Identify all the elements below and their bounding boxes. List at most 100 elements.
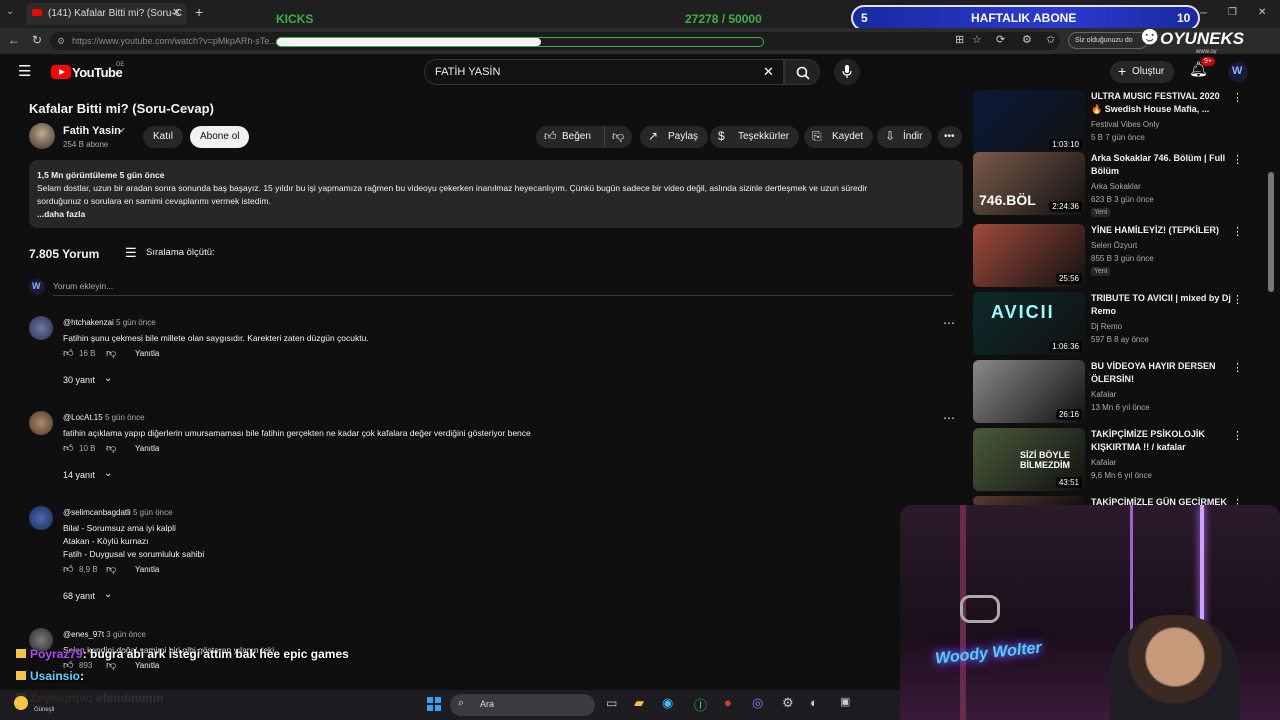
tab-list-icon[interactable]: ⌄ xyxy=(6,6,14,17)
download-button[interactable]: ⇩ İndir xyxy=(877,126,933,148)
edge-icon[interactable]: ◉ xyxy=(662,695,673,711)
video-channel[interactable]: Kafalar xyxy=(1091,390,1116,399)
commenter-avatar[interactable] xyxy=(29,316,53,340)
video-title[interactable]: Arka Sokaklar 746. Bölüm | Full Bölüm xyxy=(1091,152,1231,178)
channel-avatar[interactable] xyxy=(29,123,55,149)
task-view-icon[interactable]: ▭ xyxy=(606,696,617,710)
youtube-logo-icon[interactable] xyxy=(51,65,71,79)
site-info-icon[interactable]: ⚙ xyxy=(57,36,65,47)
app-green-icon[interactable]: Ⓘ xyxy=(694,695,707,714)
window-close-icon[interactable]: ✕ xyxy=(1258,7,1266,18)
video-menu-icon[interactable]: ⋮ xyxy=(1232,225,1243,238)
chevron-down-icon[interactable]: ⌄ xyxy=(104,373,112,384)
video-title[interactable]: ULTRA MUSIC FESTIVAL 2020 🔥 Swedish Hous… xyxy=(1091,90,1231,116)
comment-reply-button[interactable]: Yanıtla xyxy=(135,349,159,358)
comment-author[interactable]: @LocAt.15 5 gün önce xyxy=(63,413,145,422)
video-title[interactable]: TAKİPÇİMİZE PSİKOLOJİK KIŞKIRTMA !! / ka… xyxy=(1091,428,1231,454)
maximize-icon[interactable]: ❐ xyxy=(1228,7,1237,18)
reload-icon[interactable]: ↻ xyxy=(32,33,42,47)
video-description[interactable]: 1,5 Mn görüntüleme 5 gün önce Selam dost… xyxy=(29,160,963,228)
video-thumbnail[interactable]: 1:03:10 xyxy=(973,90,1085,153)
like-button[interactable]: 👍︎ Beğen xyxy=(536,126,604,148)
tab-close-icon[interactable]: ✕ xyxy=(172,6,181,19)
sort-icon[interactable]: ☰ xyxy=(125,245,137,261)
comment-reply-button[interactable]: Yanıtla xyxy=(135,661,159,670)
chevron-down-icon[interactable]: ⌄ xyxy=(104,468,112,479)
comment-like-icon[interactable]: 👍︎ xyxy=(63,347,73,359)
comment-author[interactable]: @htchakenzai 5 gün önce xyxy=(63,318,156,327)
settings-icon[interactable]: ⚙ xyxy=(782,695,794,711)
comment-author[interactable]: @selimcanbagdatli 5 gün önce xyxy=(63,508,173,517)
steam-icon[interactable]: ◐ xyxy=(810,695,818,710)
more-actions-button[interactable]: ••• xyxy=(938,126,962,148)
video-channel[interactable]: Selen Özyurt xyxy=(1091,241,1137,250)
back-icon[interactable]: ← xyxy=(8,33,20,47)
video-thumbnail[interactable]: 746.BÖL 2:24:36 xyxy=(973,152,1085,215)
new-tab-icon[interactable]: + xyxy=(195,4,203,20)
video-title[interactable]: TRIBUTE TO AVICII | mixed by Dj Remo xyxy=(1091,292,1231,318)
scrollbar-thumb[interactable] xyxy=(1268,172,1274,292)
comment-menu-icon[interactable]: ⋯ xyxy=(943,411,955,425)
app-red-icon[interactable]: ● xyxy=(724,695,732,710)
add-comment-input[interactable]: Yorum ekleyin... xyxy=(53,281,953,296)
video-title[interactable]: YİNE HAMİLEYİZ! (TEPKİLER) xyxy=(1091,224,1231,237)
channel-name[interactable]: Fatih Yasin xyxy=(63,125,121,137)
comment-like-icon[interactable]: 👍︎ xyxy=(63,442,73,454)
thanks-button[interactable]: $ Teşekkürler xyxy=(710,126,800,148)
discord-icon[interactable]: ◎ xyxy=(752,695,763,711)
weather-icon[interactable] xyxy=(14,696,28,710)
comment-author[interactable]: @enes_97t 3 gün önce xyxy=(63,630,146,639)
video-menu-icon[interactable]: ⋮ xyxy=(1232,429,1243,442)
video-thumbnail[interactable]: SİZİ BÖYLE BİLMEZDİM 43:51 xyxy=(973,428,1085,491)
clear-search-icon[interactable]: ✕ xyxy=(763,64,774,80)
extension-icon[interactable]: ⚙ xyxy=(1022,33,1032,46)
video-channel[interactable]: Dj Remo xyxy=(1091,322,1122,331)
minimize-icon[interactable]: ─ xyxy=(1200,8,1207,19)
commenter-avatar[interactable] xyxy=(29,411,53,435)
video-menu-icon[interactable]: ⋮ xyxy=(1232,91,1243,104)
menu-icon[interactable]: ☰ xyxy=(18,62,31,80)
chevron-down-icon[interactable]: ⌄ xyxy=(104,589,112,600)
start-icon[interactable] xyxy=(427,697,441,711)
star-icon[interactable]: ☆ xyxy=(972,33,982,46)
join-button[interactable]: Katıl xyxy=(143,126,184,148)
video-thumbnail[interactable]: 25:56 xyxy=(973,224,1085,287)
search-button[interactable] xyxy=(784,59,820,85)
search-input[interactable]: FATİH YASİN ✕ xyxy=(424,59,784,85)
share-button[interactable]: ↗ Paylaş xyxy=(640,126,709,148)
video-channel[interactable]: Arka Sokaklar xyxy=(1091,182,1141,191)
comment-like-icon[interactable]: 👍︎ xyxy=(63,563,73,575)
video-menu-icon[interactable]: ⋮ xyxy=(1232,153,1243,166)
video-channel[interactable]: Festival Vibes Only xyxy=(1091,120,1159,129)
show-replies-button[interactable]: 30 yanıt xyxy=(63,375,95,385)
comment-reply-button[interactable]: Yanıtla xyxy=(135,444,159,453)
youtube-logo-text[interactable]: YouTube xyxy=(72,65,123,80)
commenter-avatar[interactable] xyxy=(29,506,53,530)
browser-tab-active[interactable]: (141) Kafalar Bitti mi? (Soru-C xyxy=(26,3,186,25)
show-replies-button[interactable]: 68 yanıt xyxy=(63,591,95,601)
comment-dislike-icon[interactable]: 👎︎ xyxy=(106,442,116,454)
show-replies-button[interactable]: 14 yanıt xyxy=(63,470,95,480)
voice-search-button[interactable] xyxy=(834,59,860,85)
video-channel[interactable]: Kafalar xyxy=(1091,458,1116,467)
video-menu-icon[interactable]: ⋮ xyxy=(1232,293,1243,306)
comment-menu-icon[interactable]: ⋯ xyxy=(943,316,955,330)
apps-icon[interactable]: ⊞ xyxy=(955,33,964,46)
video-menu-icon[interactable]: ⋮ xyxy=(1232,361,1243,374)
epic-games-icon[interactable]: ▣ xyxy=(840,695,850,708)
account-avatar[interactable]: W xyxy=(1228,62,1248,82)
create-button[interactable]: + Oluştur xyxy=(1110,61,1175,83)
save-button[interactable]: ⎘ Kaydet xyxy=(804,126,874,148)
dislike-button[interactable]: 👎︎ xyxy=(604,126,632,148)
video-title[interactable]: BU VİDEOYA HAYIR DERSEN ÖLERSİN! xyxy=(1091,360,1231,386)
subscribe-button[interactable]: Abone ol xyxy=(190,126,250,148)
comment-dislike-icon[interactable]: 👎︎ xyxy=(106,347,116,359)
file-explorer-icon[interactable]: ▰ xyxy=(634,695,644,711)
favorites-icon[interactable]: ✩ xyxy=(1046,33,1055,46)
taskbar-search[interactable]: ⌕ Ara xyxy=(450,694,595,716)
comment-dislike-icon[interactable]: 👎︎ xyxy=(106,563,116,575)
video-thumbnail[interactable]: AVICII 1:06:36 xyxy=(973,292,1085,355)
sync-icon[interactable]: ⟳ xyxy=(996,33,1005,46)
sort-button[interactable]: Sıralama ölçütü: xyxy=(146,247,215,258)
show-more-link[interactable]: ...daha fazla xyxy=(37,208,955,221)
